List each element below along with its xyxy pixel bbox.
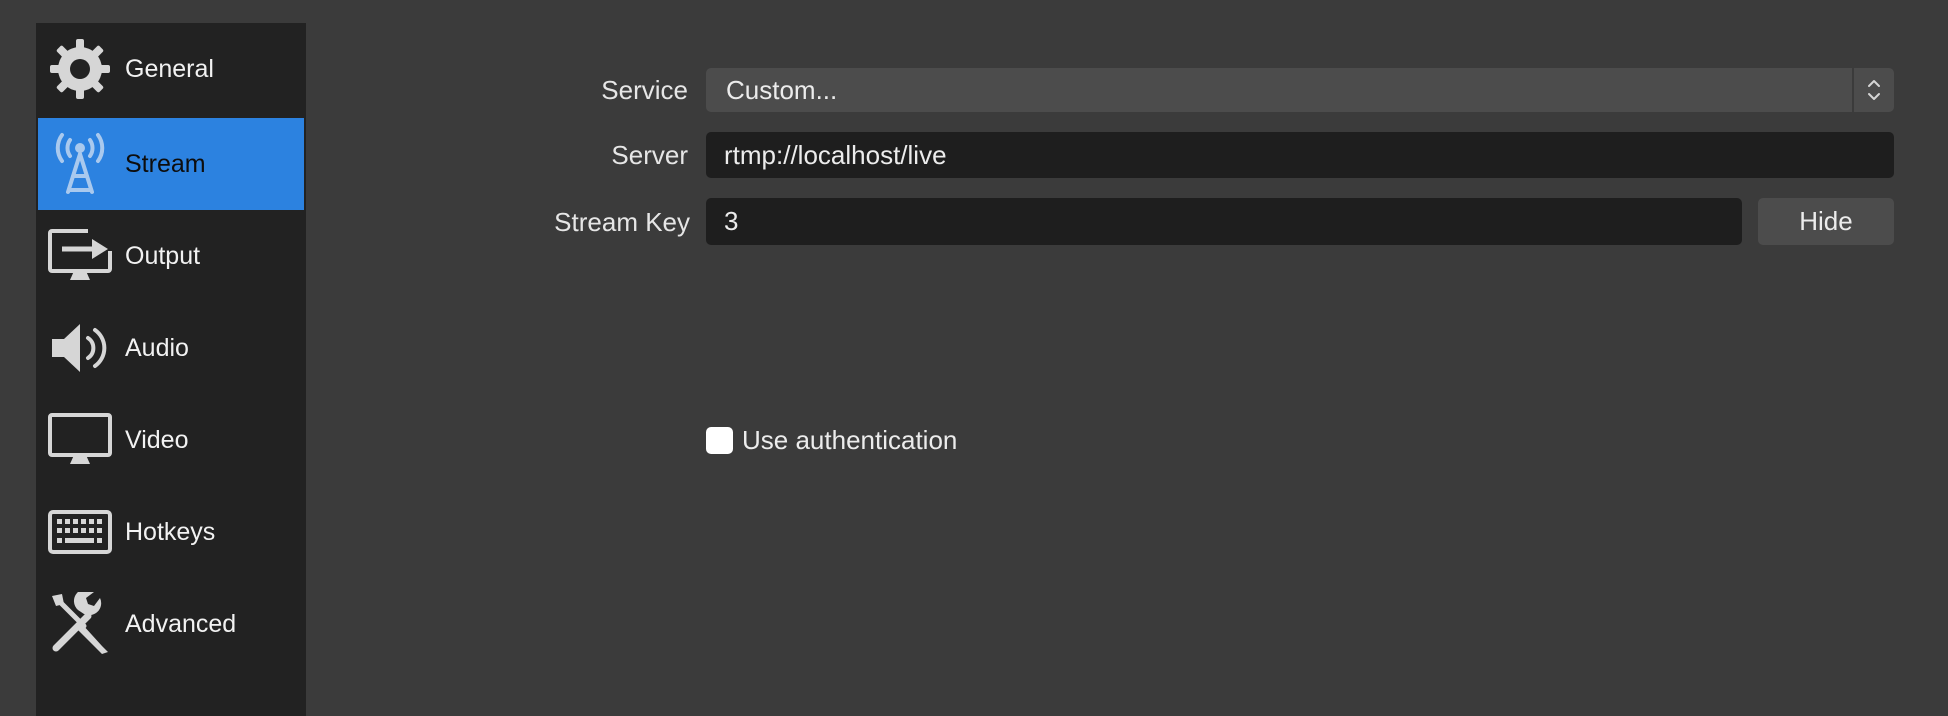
service-select-value: Custom...: [726, 74, 838, 105]
keyboard-icon: [48, 500, 112, 564]
sidebar-item-output[interactable]: Output: [38, 210, 304, 302]
use-authentication-label: Use authentication: [742, 425, 958, 455]
sidebar-item-label: Video: [125, 425, 189, 454]
sidebar-item-video[interactable]: Video: [38, 394, 304, 486]
stream-key-input[interactable]: 3: [706, 198, 1742, 245]
sidebar-item-stream[interactable]: Stream: [38, 118, 304, 210]
sidebar-item-label: Advanced: [125, 609, 237, 638]
sidebar-item-label: Stream: [125, 149, 206, 178]
service-select[interactable]: Custom...: [706, 68, 1894, 112]
use-authentication-option[interactable]: Use authentication: [706, 425, 957, 456]
chevron-up-down-icon: [1852, 68, 1894, 112]
sidebar-item-label: Output: [125, 241, 201, 270]
sidebar-item-label: Hotkeys: [125, 517, 216, 546]
service-label: Service: [601, 75, 688, 105]
sidebar-item-label: Audio: [125, 333, 189, 362]
sidebar-item-hotkeys[interactable]: Hotkeys: [38, 486, 304, 578]
use-authentication-checkbox[interactable]: [706, 427, 733, 454]
gear-icon: [48, 37, 112, 101]
settings-sidebar: General Stream Output Audio Video Hotkey…: [36, 23, 306, 716]
server-input[interactable]: rtmp://localhost/live: [706, 132, 1894, 178]
monitor-icon: [48, 408, 112, 472]
hide-stream-key-button[interactable]: Hide: [1758, 198, 1894, 245]
server-label: Server: [611, 140, 688, 170]
sidebar-item-audio[interactable]: Audio: [38, 302, 304, 394]
sidebar-item-label: General: [125, 54, 214, 83]
stream-key-label: Stream Key: [554, 207, 690, 237]
tools-icon: [48, 592, 112, 656]
output-monitor-icon: [48, 224, 112, 288]
speaker-icon: [48, 316, 112, 380]
sidebar-item-advanced[interactable]: Advanced: [38, 578, 304, 670]
broadcast-antenna-icon: [48, 132, 112, 196]
sidebar-item-general[interactable]: General: [38, 23, 304, 115]
